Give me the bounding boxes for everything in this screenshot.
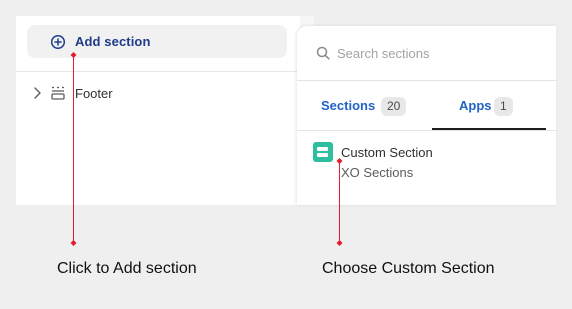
tab-apps[interactable]: Apps 1 [432, 81, 546, 131]
caption-click-add-section: Click to Add section [57, 260, 197, 277]
add-section-button[interactable]: Add section [27, 25, 287, 58]
tab-label: Sections [321, 98, 376, 113]
add-section-label: Add section [75, 34, 151, 49]
sidebar-item-footer[interactable]: Footer [32, 84, 292, 104]
theme-editor-panel: Add section Footer [16, 16, 314, 205]
footer-layout-icon [51, 86, 65, 100]
search-input[interactable] [337, 43, 537, 63]
caption-choose-custom-section: Choose Custom Section [322, 260, 495, 277]
result-title: Custom Section [341, 145, 433, 160]
tab-sections[interactable]: Sections 20 [297, 81, 427, 131]
section-picker-popover: Sections 20 Apps 1 Custom Section XO Sec… [297, 26, 556, 205]
chevron-right-icon[interactable] [32, 86, 44, 100]
result-subtitle: XO Sections [341, 165, 414, 180]
search-bar [297, 26, 556, 80]
custom-section-app-icon [313, 142, 333, 162]
search-icon [316, 46, 330, 60]
count-badge: 20 [381, 97, 407, 116]
annotation-marker-left-bottom [70, 240, 77, 246]
divider [16, 71, 300, 72]
divider [297, 130, 556, 131]
tab-label: Apps [459, 98, 492, 113]
count-badge: 1 [494, 97, 513, 116]
annotation-marker-right-bottom [336, 240, 343, 246]
plus-circle-icon [50, 34, 66, 50]
footer-label: Footer [75, 86, 113, 101]
list-item-custom-section[interactable]: Custom Section XO Sections [297, 138, 556, 186]
